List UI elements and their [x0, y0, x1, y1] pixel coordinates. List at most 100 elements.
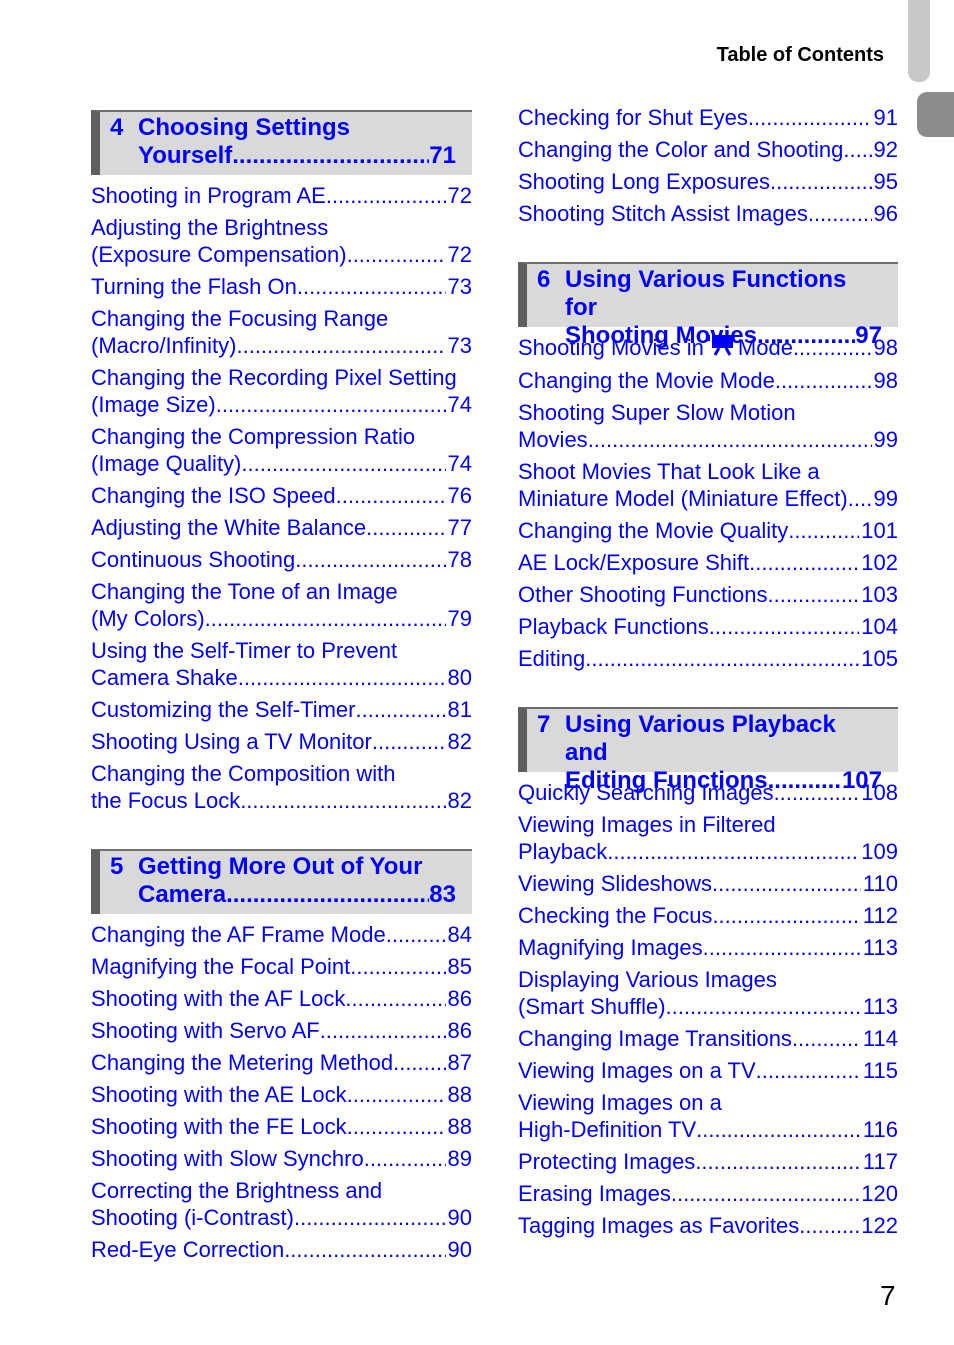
toc-entry[interactable]: Shooting with Slow Synchro 89 — [91, 1145, 472, 1172]
entry-page: 104 — [861, 614, 898, 639]
chapter-heading[interactable]: 7 Using Various Playback and Editing Funct… — [518, 707, 898, 794]
entry-page: 90 — [447, 1205, 472, 1230]
section-tab-current — [917, 92, 954, 137]
toc-entry[interactable]: Changing the Metering Method 87 — [91, 1049, 472, 1076]
dot-leader — [607, 838, 859, 865]
entry-title: Shooting Stitch Assist Images — [518, 201, 808, 226]
toc-entry[interactable]: Changing the Movie Quality 101 — [518, 517, 898, 544]
entry-title: Viewing Images on a TV — [518, 1058, 756, 1083]
entry-row: Checking for Shut Eyes 91 — [518, 104, 898, 131]
entry-page: 90 — [447, 1237, 472, 1262]
toc-entry[interactable]: AE Lock/Exposure Shift 102 — [518, 549, 898, 576]
dot-leader — [366, 514, 445, 541]
toc-entry[interactable]: Changing the Movie Mode 98 — [518, 367, 898, 394]
toc-entry[interactable]: Checking the Focus 112 — [518, 902, 898, 929]
entry-page: 79 — [447, 606, 472, 631]
entry-row: Movies 99 — [518, 426, 898, 453]
entry-row: Shooting with the FE Lock 88 — [91, 1113, 472, 1140]
entry-row: Magnifying Images 113 — [518, 934, 898, 961]
toc-entry[interactable]: Magnifying the Focal Point 85 — [91, 953, 472, 980]
toc-entry[interactable]: Changing the AF Frame Mode 84 — [91, 921, 472, 948]
dot-leader — [240, 787, 445, 814]
toc-entry[interactable]: Viewing Images on a TV 115 — [518, 1057, 898, 1084]
chapter-heading[interactable]: 4 Choosing SettingsYourself 71 — [91, 110, 472, 175]
toc-entry[interactable]: Checking for Shut Eyes 91 — [518, 104, 898, 131]
entry-row: (Image Quality) 74 — [91, 450, 472, 477]
toc-entry[interactable]: Shooting Super Slow MotionMovies 99 — [518, 399, 898, 453]
dot-leader — [770, 168, 872, 195]
chapter-title-row: Yourself 71 — [138, 142, 456, 170]
toc-entry[interactable]: Changing the Composition with the Focus L… — [91, 760, 472, 814]
chapter-number: 5 — [110, 853, 124, 880]
entry-page: 77 — [447, 515, 472, 540]
toc-entry[interactable]: Correcting the Brightness and Shooting (i… — [91, 1177, 472, 1231]
chapter-number: 7 — [537, 711, 551, 738]
toc-entry[interactable]: Shooting with the AF Lock 86 — [91, 985, 472, 1012]
toc-entry[interactable]: Customizing the Self-Timer 81 — [91, 696, 472, 723]
entry-row: Magnifying the Focal Point 85 — [91, 953, 472, 980]
toc-entry[interactable]: Shooting with Servo AF 86 — [91, 1017, 472, 1044]
entry-page: 80 — [447, 665, 472, 690]
toc-entry[interactable]: Shooting Stitch Assist Images 96 — [518, 200, 898, 227]
toc-left-column: 4 Choosing SettingsYourself 71 Shooting in … — [91, 110, 472, 1268]
chapter-title-line: Using Various Playback and — [565, 711, 836, 766]
entry-page: 103 — [861, 582, 898, 607]
toc-entry[interactable]: Changing Image Transitions 114 — [518, 1025, 898, 1052]
toc-entry[interactable]: Viewing Images on aHigh-Definition TV 116 — [518, 1089, 898, 1143]
entry-page: 74 — [447, 451, 472, 476]
chapter-heading[interactable]: 6 Using Various Functions for Shooting Mov… — [518, 262, 898, 349]
chapter-title-line: Choosing Settings — [138, 114, 350, 141]
toc-entry[interactable]: Changing the Compression Ratio (Image Qua… — [91, 423, 472, 477]
dot-leader — [709, 613, 860, 640]
toc-entry[interactable]: Magnifying Images 113 — [518, 934, 898, 961]
entry-title: (My Colors) — [91, 606, 205, 631]
entry-row: Shooting Using a TV Monitor 82 — [91, 728, 472, 755]
toc-entry[interactable]: Viewing Slideshows 110 — [518, 870, 898, 897]
toc-entry[interactable]: Shooting Using a TV Monitor 82 — [91, 728, 472, 755]
toc-entry[interactable]: Other Shooting Functions 103 — [518, 581, 898, 608]
entry-row: (Image Size) 74 — [91, 391, 472, 418]
dot-leader — [768, 767, 842, 795]
toc-entry[interactable]: Changing the Recording Pixel Setting (Ima… — [91, 364, 472, 418]
entry-page: 109 — [861, 839, 898, 864]
entry-title: Adjusting the White Balance — [91, 515, 367, 540]
toc-entry[interactable]: Continuous Shooting 78 — [91, 546, 472, 573]
dot-leader — [355, 696, 445, 723]
toc-entry[interactable]: Displaying Various Images (Smart Shuffle)… — [518, 966, 898, 1020]
entry-title-line: Changing the Recording Pixel Setting — [91, 365, 457, 390]
toc-entry[interactable]: Adjusting the White Balance 77 — [91, 514, 472, 541]
dot-leader — [236, 332, 445, 359]
toc-entry[interactable]: Tagging Images as Favorites 122 — [518, 1212, 898, 1239]
toc-entry[interactable]: Changing the Focusing Range (Macro/Infini… — [91, 305, 472, 359]
dot-leader — [284, 1236, 445, 1263]
toc-entry[interactable]: Shooting Long Exposures 95 — [518, 168, 898, 195]
dot-leader — [241, 450, 445, 477]
toc-entry[interactable]: Playback Functions 104 — [518, 613, 898, 640]
dot-leader — [238, 664, 446, 691]
entry-title: Changing the Movie Quality — [518, 518, 789, 543]
toc-entry[interactable]: Changing the Tone of an Image (My Colors)… — [91, 578, 472, 632]
toc-entry[interactable]: Shooting in Program AE 72 — [91, 182, 472, 209]
entry-row: Shooting with Servo AF 86 — [91, 1017, 472, 1044]
dot-leader — [799, 1212, 859, 1239]
entry-title: Shooting in Program AE — [91, 183, 326, 208]
toc-entry[interactable]: Shooting with the AE Lock 88 — [91, 1081, 472, 1108]
entry-page: 92 — [873, 137, 898, 162]
toc-entry[interactable]: Red-Eye Correction 90 — [91, 1236, 472, 1263]
entry-title-line: Adjusting the Brightness — [91, 215, 329, 240]
toc-entry[interactable]: Adjusting the Brightness (Exposure Compen… — [91, 214, 472, 268]
toc-entry[interactable]: Shooting with the FE Lock 88 — [91, 1113, 472, 1140]
toc-entry[interactable]: Editing 105 — [518, 645, 898, 672]
toc-entry[interactable]: Shoot Movies That Look Like a Miniature M… — [518, 458, 898, 512]
toc-entry[interactable]: Changing the Color and Shooting 92 — [518, 136, 898, 163]
entry-page: 85 — [447, 954, 472, 979]
entry-title: Magnifying Images — [518, 935, 703, 960]
toc-entry[interactable]: Changing the ISO Speed 76 — [91, 482, 472, 509]
toc-entry[interactable]: Erasing Images 120 — [518, 1180, 898, 1207]
toc-entry[interactable]: Protecting Images 117 — [518, 1148, 898, 1175]
toc-entry[interactable]: Viewing Images in FilteredPlayback 109 — [518, 811, 898, 865]
chapter-heading[interactable]: 5 Getting More Out of YourCamera 83 — [91, 849, 472, 914]
toc-entry[interactable]: Using the Self-Timer to Prevent Camera Sh… — [91, 637, 472, 691]
toc-entry[interactable]: Turning the Flash On 73 — [91, 273, 472, 300]
dot-leader — [775, 367, 872, 394]
